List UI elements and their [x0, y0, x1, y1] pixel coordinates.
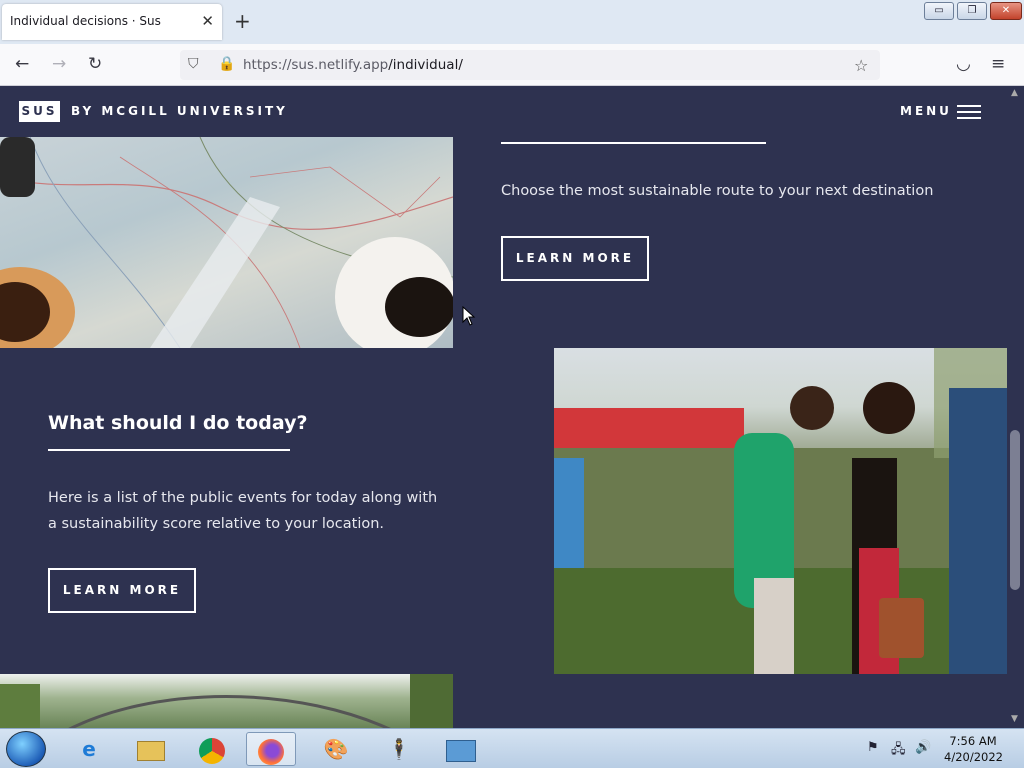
page-scrollbar[interactable]: ▲ ▼ — [1007, 86, 1024, 728]
people-at-event-image — [554, 348, 1007, 674]
reload-icon[interactable]: ↻ — [88, 54, 102, 74]
menu-button-label[interactable]: MENU — [900, 104, 952, 118]
clock-date: 4/20/2022 — [944, 750, 1003, 764]
window-minimize-button[interactable]: ▭ — [924, 2, 954, 20]
site-logo-subtitle[interactable]: BY MCGILL UNIVERSITY — [71, 104, 288, 118]
today-title-underline — [48, 449, 290, 451]
control-panel-icon[interactable] — [436, 732, 486, 766]
route-learn-more-button[interactable]: LEARN MORE — [501, 236, 649, 281]
internet-explorer-icon[interactable]: e — [64, 732, 114, 766]
action-center-flag-icon[interactable]: ⚑ — [867, 740, 879, 755]
paint-icon[interactable]: 🎨 — [311, 732, 361, 766]
scroll-down-icon[interactable]: ▼ — [1011, 714, 1018, 724]
file-explorer-icon[interactable] — [126, 732, 176, 766]
today-section-title: What should I do today? — [48, 412, 308, 434]
new-tab-button[interactable]: + — [234, 9, 251, 33]
map-and-coffee-image — [0, 137, 453, 348]
url-bar[interactable]: ⛉ 🔒 https://sus.netlify.app/individual/ … — [180, 50, 880, 80]
page-content: SUS BY MCGILL UNIVERSITY MENU Choose the… — [0, 86, 1007, 728]
url-text[interactable]: https://sus.netlify.app/individual/ — [243, 57, 463, 73]
scroll-up-icon[interactable]: ▲ — [1011, 88, 1018, 98]
stickman-app-icon[interactable]: 🕴 — [374, 732, 424, 766]
window-close-button[interactable]: ✕ — [990, 2, 1022, 20]
site-header: SUS BY MCGILL UNIVERSITY MENU — [0, 86, 1007, 136]
route-description: Choose the most sustainable route to you… — [501, 183, 934, 199]
volume-icon[interactable]: 🔊 — [915, 740, 931, 755]
tab-close-icon[interactable]: ✕ — [201, 12, 214, 30]
today-description: Here is a list of the public events for … — [48, 490, 438, 532]
site-logo[interactable]: SUS — [19, 101, 60, 122]
start-button[interactable] — [6, 731, 46, 767]
tab-title: Individual decisions · Sus — [10, 14, 161, 28]
mouse-cursor-icon — [462, 306, 476, 326]
back-arrow-icon[interactable]: ← — [15, 54, 29, 74]
url-path: /individual/ — [388, 57, 463, 73]
scrollbar-thumb[interactable] — [1010, 430, 1020, 590]
clock-time: 7:56 AM — [949, 734, 997, 748]
chrome-icon[interactable] — [187, 732, 237, 766]
garden-image — [0, 674, 453, 728]
tab-bar: Individual decisions · Sus ✕ + ▭ ❐ ✕ — [0, 0, 1024, 44]
route-title-underline — [501, 142, 766, 144]
hamburger-menu-icon[interactable]: ≡ — [991, 54, 1005, 74]
forward-arrow-icon[interactable]: → — [52, 54, 66, 74]
network-icon[interactable]: 🖧 — [891, 740, 906, 762]
browser-tab[interactable]: Individual decisions · Sus ✕ — [2, 4, 222, 40]
system-clock[interactable]: 7:56 AM 4/20/2022 — [944, 733, 1003, 765]
today-learn-more-button[interactable]: LEARN MORE — [48, 568, 196, 613]
pocket-icon[interactable]: ◡ — [956, 54, 971, 74]
windows-taskbar: e 🎨 🕴 ⚑ 🖧 🔊 7:56 AM 4/20/2022 — [0, 728, 1024, 768]
window-maximize-button[interactable]: ❐ — [957, 2, 987, 20]
lock-icon[interactable]: 🔒 — [218, 56, 235, 72]
shield-icon[interactable]: ⛉ — [188, 56, 199, 72]
url-host: https://sus.netlify.app — [243, 57, 389, 73]
menu-hamburger-icon[interactable] — [957, 105, 981, 119]
bookmark-star-icon[interactable]: ☆ — [854, 56, 868, 75]
firefox-icon[interactable] — [246, 732, 296, 766]
navigation-bar: ← → ↻ ⛉ 🔒 https://sus.netlify.app/indivi… — [0, 44, 1024, 86]
